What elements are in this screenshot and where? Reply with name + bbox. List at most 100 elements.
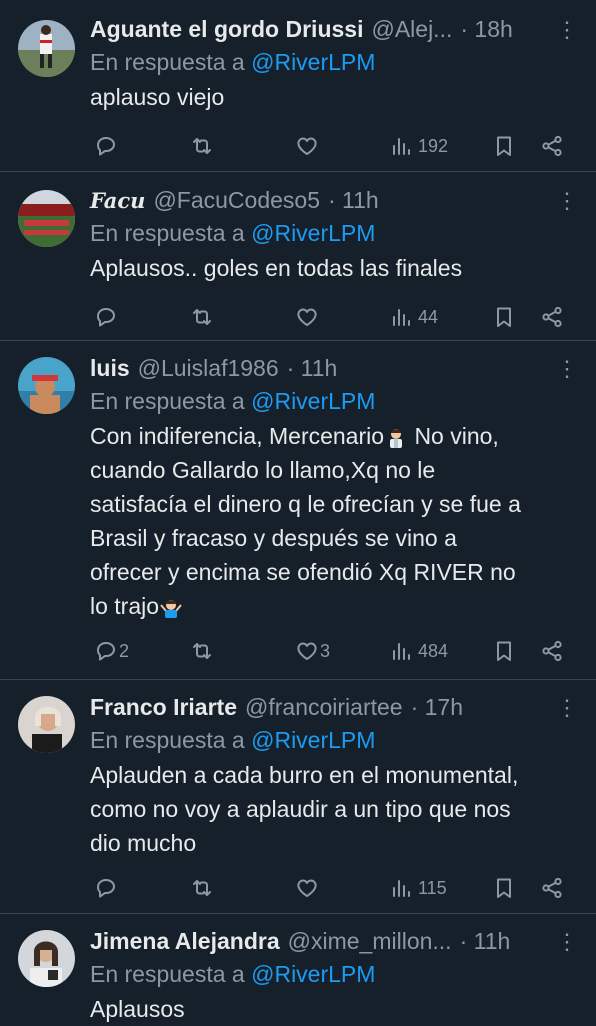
handle[interactable]: @francoiriartee: [245, 692, 403, 723]
more-icon[interactable]: ⋮: [556, 353, 578, 384]
views-button[interactable]: 115: [390, 876, 447, 900]
share-icon: [540, 876, 564, 900]
reply-context: En respuesta a @RiverLPM: [90, 220, 376, 246]
reply-button[interactable]: [94, 876, 122, 900]
views-icon: [390, 134, 414, 158]
timestamp[interactable]: · 17h: [411, 692, 463, 723]
handle[interactable]: @xime_millon...: [288, 926, 452, 957]
reply-icon: [94, 639, 118, 663]
action-bar: 115: [90, 866, 578, 910]
more-icon[interactable]: ⋮: [556, 692, 578, 723]
share-button[interactable]: [540, 134, 564, 158]
retweet-icon: [190, 639, 214, 663]
tweet-text: Aplauden a cada burro en el monumental, …: [90, 762, 519, 856]
tweet-header: Jimena Alejandra @xime_millon... · 11h ⋮: [90, 926, 578, 957]
tweet[interactable]: luis @Luislaf1986 · 11h ⋮ En respuesta a…: [0, 341, 596, 680]
action-bar: 2 3 484: [90, 629, 578, 673]
tweet[interactable]: Jimena Alejandra @xime_millon... · 11h ⋮…: [0, 914, 596, 1024]
handle[interactable]: @Alej...: [371, 14, 452, 45]
tweet[interactable]: Aguante el gordo Driussi @Alej... · 18h …: [0, 0, 596, 172]
tweet-header: luis @Luislaf1986 · 11h ⋮: [90, 353, 578, 384]
like-button[interactable]: [295, 134, 323, 158]
retweet-button[interactable]: [190, 639, 214, 663]
like-button[interactable]: [295, 876, 323, 900]
tweet-header: Franco Iriarte @francoiriartee · 17h ⋮: [90, 692, 578, 723]
like-button[interactable]: [295, 305, 323, 329]
views-icon: [390, 305, 414, 329]
retweet-button[interactable]: [190, 134, 214, 158]
reply-context: En respuesta a @RiverLPM: [90, 388, 376, 414]
handle[interactable]: @Luislaf1986: [138, 353, 279, 384]
timestamp[interactable]: · 11h: [328, 185, 379, 216]
tweet-text: Aplausos: [90, 996, 185, 1022]
action-bar: 192: [90, 124, 578, 168]
share-button[interactable]: [540, 876, 564, 900]
reply-to-link[interactable]: @RiverLPM: [251, 388, 375, 414]
share-icon: [540, 134, 564, 158]
views-icon: [390, 639, 414, 663]
display-name[interactable]: Jimena Alejandra: [90, 926, 280, 957]
tweet-text: Aplausos.. goles en todas las finales: [90, 255, 463, 281]
tweet[interactable]: Facu @FacuCodeso5 · 11h ⋮ En respuesta a…: [0, 172, 596, 341]
views-button[interactable]: 44: [390, 305, 438, 329]
reply-to-link[interactable]: @RiverLPM: [251, 49, 375, 75]
more-icon[interactable]: ⋮: [556, 185, 578, 216]
share-icon: [540, 305, 564, 329]
reply-to-link[interactable]: @RiverLPM: [251, 961, 375, 987]
bookmark-button[interactable]: [492, 876, 516, 900]
more-icon[interactable]: ⋮: [556, 926, 578, 957]
reply-icon: [94, 876, 118, 900]
bookmark-icon: [492, 305, 516, 329]
bookmark-icon: [492, 639, 516, 663]
bookmark-button[interactable]: [492, 305, 516, 329]
display-name[interactable]: Franco Iriarte: [90, 692, 237, 723]
like-icon: [295, 639, 319, 663]
reply-context: En respuesta a @RiverLPM: [90, 961, 376, 987]
retweet-button[interactable]: [190, 305, 214, 329]
bookmark-icon: [492, 876, 516, 900]
views-icon: [390, 876, 414, 900]
views-button[interactable]: 192: [390, 134, 448, 158]
timestamp[interactable]: · 11h: [460, 926, 511, 957]
avatar[interactable]: [18, 190, 75, 247]
retweet-icon: [190, 876, 214, 900]
retweet-icon: [190, 305, 214, 329]
share-button[interactable]: [540, 639, 564, 663]
person-shrugging-emoji: [390, 428, 403, 448]
bookmark-button[interactable]: [492, 639, 516, 663]
tweet-header: Facu @FacuCodeso5 · 11h ⋮: [90, 185, 578, 216]
display-name[interactable]: Facu: [90, 185, 145, 216]
timestamp[interactable]: · 18h: [460, 14, 512, 45]
more-icon[interactable]: ⋮: [556, 14, 578, 45]
reply-button[interactable]: [94, 134, 122, 158]
bookmark-button[interactable]: [492, 134, 516, 158]
tweet[interactable]: Franco Iriarte @francoiriartee · 17h ⋮ E…: [0, 680, 596, 914]
action-bar: 44: [90, 295, 578, 339]
retweet-icon: [190, 134, 214, 158]
like-icon: [295, 305, 319, 329]
timestamp[interactable]: · 11h: [287, 353, 338, 384]
reply-context: En respuesta a @RiverLPM: [90, 727, 376, 753]
handle[interactable]: @FacuCodeso5: [153, 185, 320, 216]
tweet-header: Aguante el gordo Driussi @Alej... · 18h …: [90, 14, 578, 45]
share-button[interactable]: [540, 305, 564, 329]
share-icon: [540, 639, 564, 663]
tweet-text: Con indiferencia, Mercenario No vino, cu…: [90, 423, 521, 619]
reply-to-link[interactable]: @RiverLPM: [251, 220, 375, 246]
reply-to-link[interactable]: @RiverLPM: [251, 727, 375, 753]
avatar[interactable]: [18, 357, 75, 414]
like-button[interactable]: 3: [295, 639, 330, 663]
views-button[interactable]: 484: [390, 639, 448, 663]
avatar[interactable]: [18, 696, 75, 753]
avatar[interactable]: [18, 20, 75, 77]
display-name[interactable]: luis: [90, 353, 130, 384]
person-shrugging-emoji: [160, 599, 182, 618]
like-icon: [295, 876, 319, 900]
reply-button[interactable]: [94, 305, 122, 329]
reply-icon: [94, 134, 118, 158]
reply-button[interactable]: 2: [94, 639, 129, 663]
reply-icon: [94, 305, 118, 329]
display-name[interactable]: Aguante el gordo Driussi: [90, 14, 363, 45]
retweet-button[interactable]: [190, 876, 214, 900]
avatar[interactable]: [18, 930, 75, 987]
